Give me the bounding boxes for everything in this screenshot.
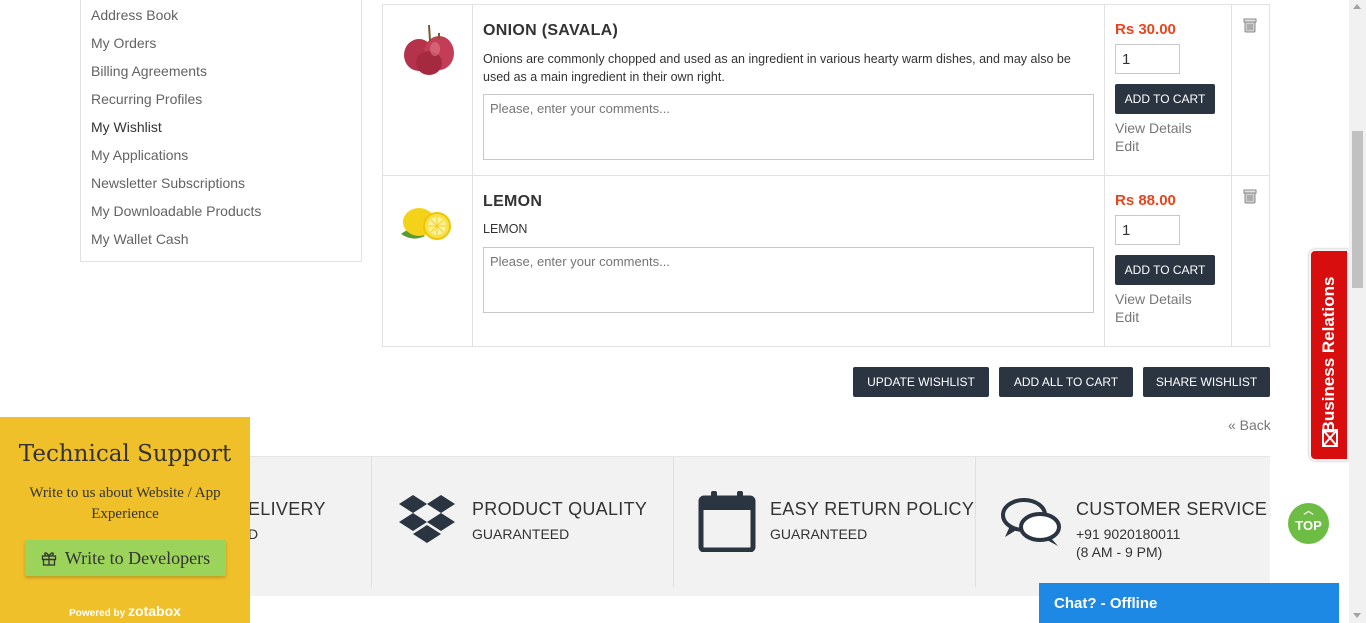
add-to-cart-button[interactable]: ADD TO CART [1115, 84, 1215, 114]
top-label: TOP [1295, 518, 1322, 533]
view-details-link[interactable]: View Details [1115, 120, 1192, 136]
feature-phone: +91 9020180011 [1076, 526, 1181, 542]
sidebar-item-downloadable[interactable]: My Downloadable Products [91, 198, 361, 226]
calendar-icon [698, 491, 756, 552]
quantity-input[interactable] [1115, 44, 1180, 74]
sidebar-item-my-applications[interactable]: My Applications [91, 142, 361, 170]
dropbox-icon [399, 495, 455, 543]
support-text: Write to us about Website / App Experien… [29, 485, 221, 522]
feature-subtitle: GUARANTEED [770, 526, 868, 542]
remove-cell [1232, 176, 1269, 347]
chevron-up-icon: ︿ [1303, 506, 1314, 517]
zotabox-logo: zotabox [128, 603, 181, 619]
scroll-up-arrow[interactable] [1353, 4, 1361, 9]
feature-product-quality: PRODUCT QUALITY GUARANTEED [372, 457, 674, 587]
trash-icon[interactable] [1242, 17, 1258, 33]
envelope-icon [1322, 429, 1338, 447]
quantity-input[interactable] [1115, 215, 1180, 245]
product-info-cell: ONION (SAVALA) Onions are commonly chopp… [473, 5, 1105, 175]
features-strip: ELIVERY D PRODUCT QUALITY GUARANTEED EAS… [248, 456, 1270, 596]
sidebar-item-wallet-cash[interactable]: My Wallet Cash [91, 226, 361, 254]
feature-customer-service: CUSTOMER SERVICE +91 9020180011 (8 AM - … [976, 457, 1270, 587]
back-to-top-button[interactable]: ︿ TOP [1288, 503, 1329, 544]
powered-by-label: Powered by [69, 608, 126, 619]
feature-subtitle: GUARANTEED [472, 526, 570, 542]
account-sidebar: Address Book My Orders Billing Agreement… [80, 0, 362, 262]
scroll-down-arrow[interactable] [1353, 613, 1361, 618]
sidebar-item-my-orders[interactable]: My Orders [91, 30, 361, 58]
support-title: Technical Support [18, 441, 232, 467]
product-image-cell [383, 5, 473, 175]
product-info-cell: LEMON LEMON [473, 176, 1105, 347]
product-image-cell [383, 176, 473, 347]
lemon-image[interactable] [399, 202, 455, 242]
onion-image[interactable] [399, 21, 459, 77]
remove-cell [1232, 5, 1269, 175]
edit-link[interactable]: Edit [1115, 309, 1139, 325]
comment-field[interactable] [483, 247, 1094, 313]
scroll-thumb[interactable] [1352, 131, 1363, 288]
product-name[interactable]: ONION (SAVALA) [483, 22, 618, 40]
product-name[interactable]: LEMON [483, 193, 542, 211]
trash-icon[interactable] [1242, 188, 1258, 204]
chat-widget[interactable]: Chat? - Offline [1039, 583, 1339, 623]
powered-by[interactable]: Powered by zotabox [0, 603, 250, 619]
update-wishlist-button[interactable]: UPDATE WISHLIST [853, 367, 989, 397]
product-description: Onions are commonly chopped and used as … [483, 52, 1071, 84]
product-price-cell: Rs 88.00 ADD TO CART View Details Edit [1105, 176, 1232, 347]
sidebar-item-billing-agreements[interactable]: Billing Agreements [91, 58, 361, 86]
wishlist-table: ONION (SAVALA) Onions are commonly chopp… [382, 4, 1270, 347]
feature-title: EASY RETURN POLICY [770, 499, 975, 519]
write-to-developers-button[interactable]: Write to Developers [25, 540, 226, 576]
feature-title: PRODUCT QUALITY [472, 499, 648, 519]
table-row: ONION (SAVALA) Onions are commonly chopp… [383, 5, 1269, 176]
product-description: LEMON [483, 222, 528, 236]
share-wishlist-button[interactable]: SHARE WISHLIST [1143, 367, 1270, 397]
write-to-developers-label: Write to Developers [64, 547, 211, 568]
feature-title: ELIVERY [248, 499, 326, 519]
add-all-to-cart-button[interactable]: ADD ALL TO CART [999, 367, 1133, 397]
add-to-cart-button[interactable]: ADD TO CART [1115, 255, 1215, 285]
sidebar-item-address-book[interactable]: Address Book [91, 2, 361, 30]
edit-link[interactable]: Edit [1115, 138, 1139, 154]
technical-support-panel: Technical Support Write to us about Webs… [0, 417, 250, 623]
feature-hours: (8 AM - 9 PM) [1076, 544, 1163, 560]
sidebar-item-newsletter[interactable]: Newsletter Subscriptions [91, 170, 361, 198]
comment-field[interactable] [483, 94, 1094, 160]
product-price: Rs 30.00 [1115, 21, 1176, 38]
back-link[interactable]: « Back [1228, 417, 1271, 433]
page-scrollbar[interactable] [1349, 0, 1366, 623]
gift-icon [41, 552, 57, 566]
table-row: LEMON LEMON Rs 88.00 ADD TO CART View De… [383, 176, 1269, 347]
feature-title: CUSTOMER SERVICE [1076, 499, 1268, 519]
product-price-cell: Rs 30.00 ADD TO CART View Details Edit [1105, 5, 1232, 175]
sidebar-item-recurring-profiles[interactable]: Recurring Profiles [91, 86, 361, 114]
view-details-link[interactable]: View Details [1115, 291, 1192, 307]
business-relations-label: Business Relations [1319, 276, 1338, 434]
feature-return-policy: EASY RETURN POLICY GUARANTEED [674, 457, 976, 587]
chat-bubbles-icon [1001, 498, 1061, 546]
business-relations-tab[interactable]: Business Relations [1309, 249, 1349, 461]
sidebar-item-my-wishlist[interactable]: My Wishlist [91, 114, 361, 142]
product-price: Rs 88.00 [1115, 192, 1176, 209]
feature-delivery: ELIVERY D [248, 457, 372, 587]
